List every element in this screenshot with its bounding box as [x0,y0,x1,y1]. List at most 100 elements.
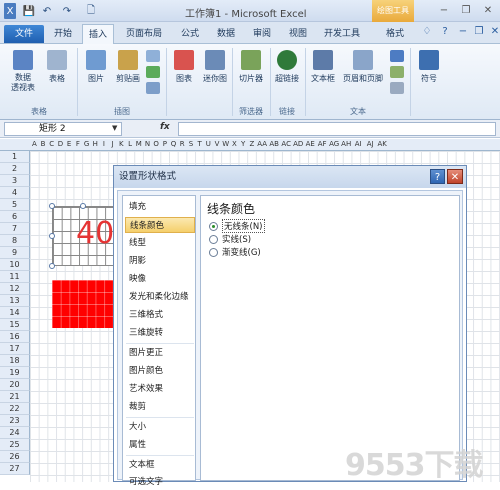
column-header[interactable]: AG [328,140,340,148]
row-header[interactable]: 15 [0,319,30,331]
hyperlink-button[interactable]: 超链接 [272,50,302,84]
row-header[interactable]: 19 [0,367,30,379]
symbol-button[interactable]: 符号 [414,50,444,84]
row-header[interactable]: 8 [0,235,30,247]
column-header[interactable]: U [204,140,213,148]
row-header[interactable]: 18 [0,355,30,367]
screenshot-icon[interactable] [146,82,160,94]
nav-glow-soft-edges[interactable]: 发光和柔化边缘 [125,289,195,305]
nav-fill[interactable]: 填充 [125,199,195,215]
column-header[interactable]: Q [169,140,178,148]
dialog-help-button[interactable]: ? [430,169,445,184]
row-header[interactable]: 26 [0,451,30,463]
column-header[interactable]: M [134,140,143,148]
name-box-dropdown-icon[interactable]: ▼ [112,124,117,132]
column-header[interactable]: P [161,140,170,148]
selection-handle[interactable] [80,203,86,209]
function-icon[interactable]: fx [160,122,170,132]
row-header[interactable]: 4 [0,187,30,199]
window-minimize-icon[interactable]: − [456,24,470,40]
column-header[interactable]: AB [268,140,280,148]
column-header[interactable]: R [178,140,187,148]
row-header[interactable]: 12 [0,283,30,295]
column-header[interactable]: V [213,140,222,148]
help-icon[interactable]: ? [438,24,452,40]
nav-line-style[interactable]: 线型 [125,235,195,251]
radio-button-checked[interactable] [209,221,218,231]
shapes-icon[interactable] [146,50,160,62]
minimize-ribbon-icon[interactable]: ♢ [420,24,434,40]
restore-icon[interactable]: ❐ [459,4,473,18]
row-header[interactable]: 16 [0,331,30,343]
nav-picture-color[interactable]: 图片颜色 [125,363,195,379]
textbox-button[interactable]: 文本框 [308,50,338,84]
nav-reflection[interactable]: 映像 [125,271,195,287]
row-header[interactable]: 17 [0,343,30,355]
selection-handle[interactable] [49,233,55,239]
formula-input[interactable] [178,122,496,136]
nav-line-color[interactable]: 线条颜色 [125,217,195,233]
column-header[interactable]: AK [376,140,388,148]
row-header[interactable]: 7 [0,223,30,235]
print-preview-icon[interactable]: 🗋 [84,3,98,19]
nav-picture-corrections[interactable]: 图片更正 [125,345,195,361]
nav-text-box[interactable]: 文本框 [125,457,195,473]
chart-button[interactable]: 图表 [170,50,198,84]
column-header[interactable]: S [187,140,196,148]
column-header[interactable]: AD [292,140,304,148]
row-header[interactable]: 24 [0,427,30,439]
nav-properties[interactable]: 属性 [125,437,195,453]
redo-icon[interactable]: ↷ [60,3,74,19]
row-header[interactable]: 11 [0,271,30,283]
nav-artistic-effects[interactable]: 艺术效果 [125,381,195,397]
row-header[interactable]: 14 [0,307,30,319]
row-header[interactable]: 20 [0,379,30,391]
row-header[interactable]: 6 [0,211,30,223]
column-header[interactable]: L [126,140,135,148]
column-header[interactable]: T [195,140,204,148]
column-header[interactable]: K [117,140,126,148]
row-header[interactable]: 27 [0,463,30,475]
close-icon[interactable]: ✕ [481,4,495,18]
save-icon[interactable]: 💾 [22,3,36,19]
column-header[interactable]: W [221,140,230,148]
column-header[interactable]: Y [239,140,248,148]
row-header[interactable]: 22 [0,403,30,415]
tab-review[interactable]: 审阅 [246,24,278,44]
nav-size[interactable]: 大小 [125,419,195,435]
nav-alt-text[interactable]: 可选文字 [125,474,195,490]
radio-gradient-line[interactable]: 渐变线(G) [209,246,261,258]
column-header[interactable]: AA [256,140,268,148]
column-header[interactable]: B [39,140,48,148]
selection-handle[interactable] [49,263,55,269]
tab-view[interactable]: 视图 [282,24,314,44]
column-header[interactable]: F [74,140,83,148]
row-header[interactable]: 9 [0,247,30,259]
column-header[interactable]: G [82,140,91,148]
column-header[interactable]: E [65,140,74,148]
undo-icon[interactable]: ↶ [40,3,54,19]
selection-handle[interactable] [49,203,55,209]
clipart-button[interactable]: 剪贴画 [112,50,144,84]
column-header[interactable]: AE [304,140,316,148]
row-header[interactable]: 21 [0,391,30,403]
window-close-icon[interactable]: ✕ [488,24,500,40]
column-header[interactable]: O [152,140,161,148]
row-header[interactable]: 25 [0,439,30,451]
column-header[interactable]: X [230,140,239,148]
tab-data[interactable]: 数据 [210,24,242,44]
minimize-icon[interactable]: − [437,4,451,18]
window-restore-icon[interactable]: ❐ [472,24,486,40]
row-header[interactable]: 23 [0,415,30,427]
row-header[interactable]: 1 [0,151,30,163]
tab-home[interactable]: 开始 [48,24,78,44]
column-header[interactable]: Z [248,140,257,148]
column-header[interactable]: D [56,140,65,148]
column-header[interactable]: AH [340,140,352,148]
nav-crop[interactable]: 裁剪 [125,399,195,415]
pivot-table-button[interactable]: 数据 透视表 [6,50,40,93]
tab-insert[interactable]: 插入 [82,24,114,44]
tab-file[interactable]: 文件 [4,25,44,43]
header-footer-button[interactable]: 页眉和页脚 [340,50,386,84]
column-header[interactable]: AC [280,140,292,148]
